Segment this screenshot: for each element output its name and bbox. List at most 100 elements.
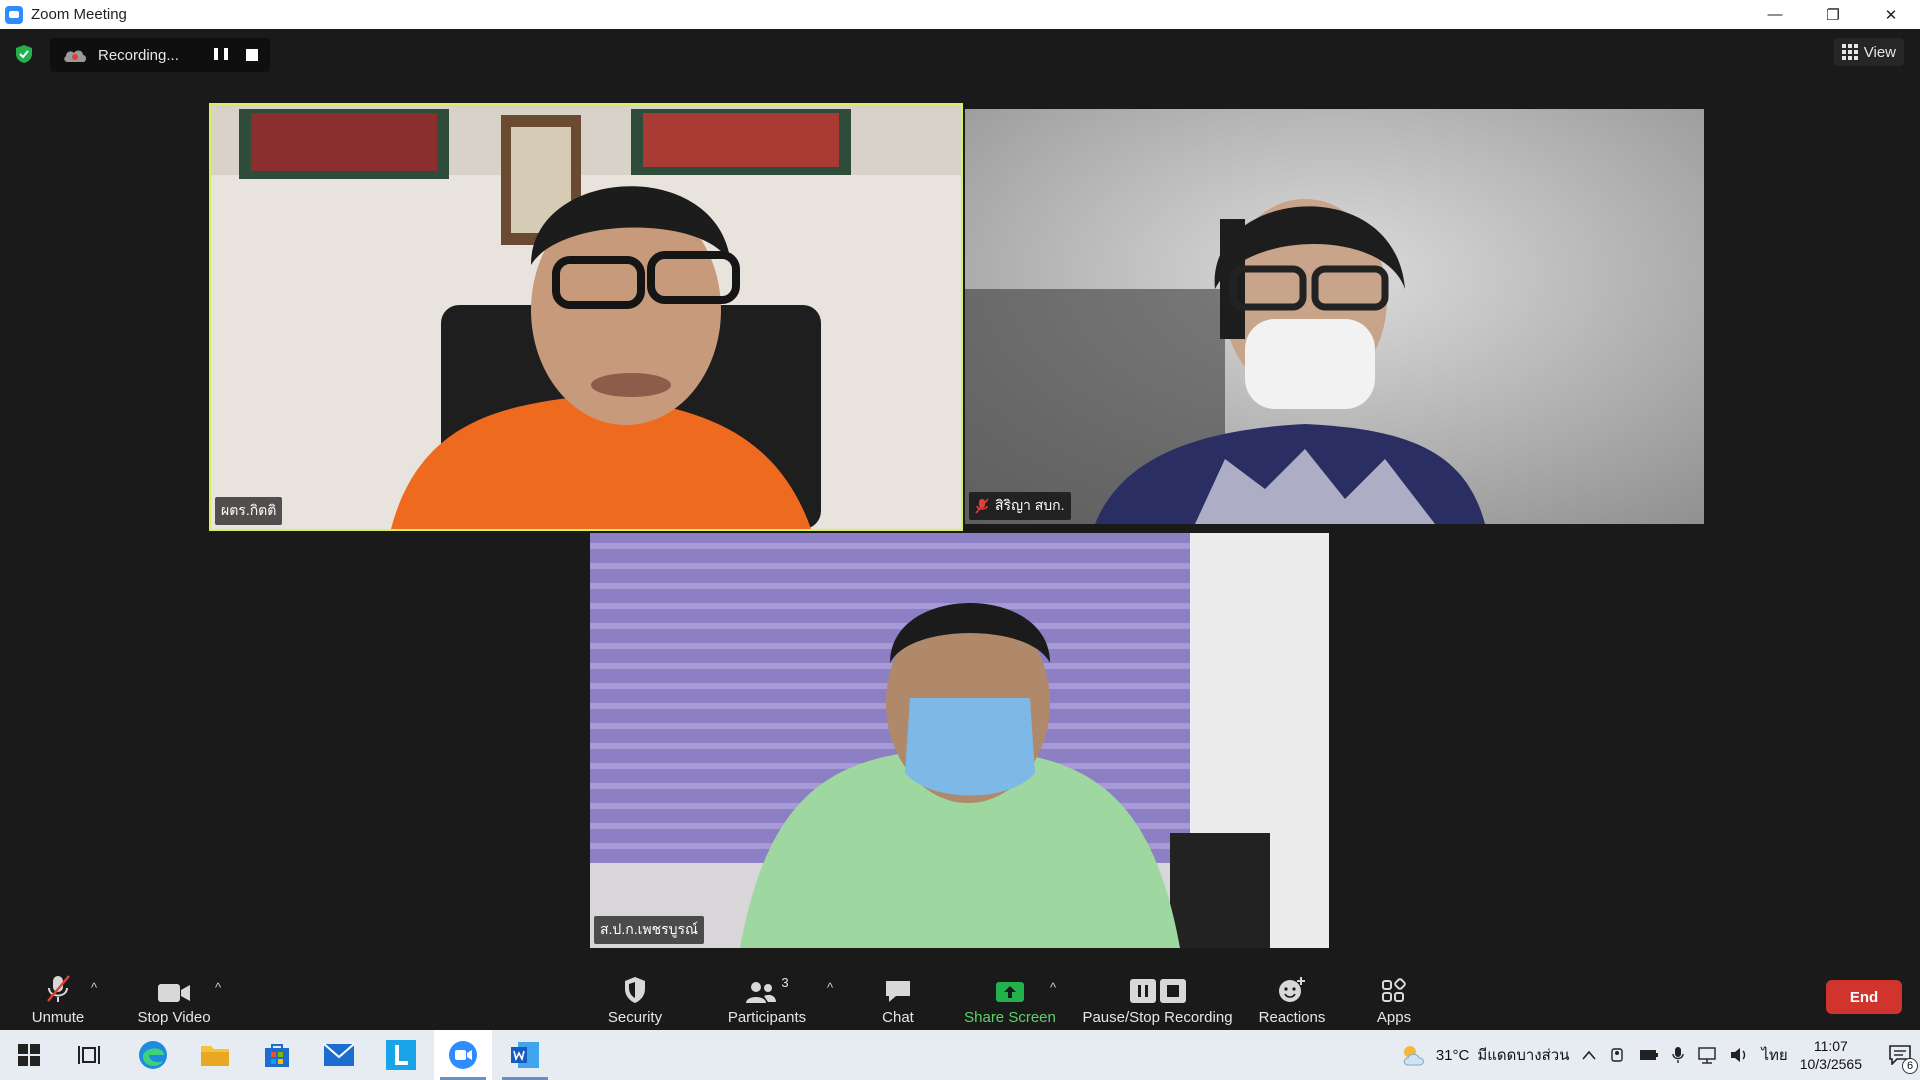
recording-indicator: Recording... [50,38,270,72]
battery-icon[interactable] [1639,1049,1659,1061]
participants-icon [746,982,777,1003]
weather-description: มีแดดบางส่วน [1477,1047,1570,1064]
window-titlebar: Zoom Meeting — ❐ ✕ [0,0,1920,29]
clock-time: 11:07 [1813,1038,1848,1054]
security-button[interactable]: Security [598,958,672,1030]
video-options-caret[interactable]: ^ [215,980,221,995]
video-tile-2[interactable]: สิริญา สบก. [965,109,1704,524]
participant-name: ส.ป.ก.เพชรบูรณ์ [600,921,699,937]
reactions-button[interactable]: Reactions [1252,958,1332,1030]
word-icon [511,1042,539,1068]
notification-center-button[interactable]: 6 [1880,1030,1920,1080]
word-taskbar-button[interactable] [496,1030,554,1080]
video-tile-3[interactable]: ส.ป.ก.เพชรบูรณ์ [590,533,1329,948]
cloud-record-icon [64,50,86,62]
share-screen-label: Share Screen [964,1009,1056,1026]
share-options-caret[interactable]: ^ [1050,980,1056,995]
view-button[interactable]: View [1833,38,1904,66]
meet-now-icon[interactable] [1609,1046,1627,1064]
reactions-label: Reactions [1258,1009,1326,1026]
restore-button[interactable]: ❐ [1804,0,1862,29]
chat-label: Chat [882,1009,914,1026]
participants-button[interactable]: 3 Participants [722,958,812,1030]
task-view-button[interactable] [60,1030,118,1080]
file-explorer-taskbar-button[interactable] [186,1030,244,1080]
reactions-icon [1279,977,1305,1002]
share-screen-button[interactable]: Share Screen [960,958,1060,1030]
store-icon [265,1044,289,1067]
shield-icon [625,977,645,1003]
microphone-icon[interactable] [1671,1046,1685,1064]
notification-count-badge: 6 [1902,1058,1918,1074]
meeting-toolbar: Unmute ^ Stop Video ^ Security 3 Partici… [0,958,1920,1030]
zoom-app: Zoom Meeting — ❐ ✕ Recording... View ผตร… [0,0,1920,1080]
l-app-icon [386,1040,416,1070]
security-label: Security [607,1009,663,1026]
video-tile-1[interactable]: ผตร.กิตติ [209,103,963,531]
weather-widget[interactable]: 31°C มีแดดบางส่วน [1400,1043,1570,1067]
pause-recording-button[interactable] [214,48,228,62]
participant-name: ผตร.กิตติ [221,502,277,518]
chat-icon [886,981,910,1002]
participant-video [965,109,1704,524]
chat-button[interactable]: Chat [870,958,926,1030]
participants-label: Participants [727,1009,807,1026]
windows-logo-icon [18,1044,40,1066]
weather-temperature: 31°C [1435,1046,1470,1064]
clock-date: 10/3/2565 [1799,1056,1862,1072]
l-app-taskbar-button[interactable] [372,1030,430,1080]
windows-taskbar: 31°C มีแดดบางส่วน ไทย 11:07 10/3/2565 6 [0,1030,1920,1080]
task-view-icon [78,1046,100,1064]
volume-icon[interactable] [1729,1046,1749,1064]
pause-stop-icon [1129,979,1186,1003]
close-button[interactable]: ✕ [1862,0,1920,29]
store-taskbar-button[interactable] [248,1030,306,1080]
participants-options-caret[interactable]: ^ [827,980,833,995]
folder-icon [201,1046,229,1066]
input-language[interactable]: ไทย [1761,1043,1787,1067]
participant-name-tag: ผตร.กิตติ [215,497,283,525]
apps-icon [1382,978,1406,1002]
network-icon[interactable] [1697,1046,1717,1064]
stop-recording-button[interactable] [246,49,258,61]
participant-name: สิริญา สบก. [995,497,1065,513]
edge-taskbar-button[interactable] [124,1030,182,1080]
participant-video [590,533,1329,948]
stop-video-label: Stop Video [137,1009,211,1026]
participants-count: 3 [781,975,789,990]
pause-stop-recording-button[interactable]: Pause/Stop Recording [1080,958,1235,1030]
partly-sunny-icon [1403,1046,1424,1066]
minimize-button[interactable]: — [1746,0,1804,29]
participant-name-tag: สิริญา สบก. [969,492,1071,520]
mail-taskbar-button[interactable] [310,1030,368,1080]
zoom-icon [449,1041,477,1069]
pause-stop-recording-label: Pause/Stop Recording [1082,1009,1233,1026]
show-hidden-icons-chevron-icon[interactable] [1581,1049,1597,1061]
windows-start-button[interactable] [0,1030,58,1080]
video-camera-icon [158,984,190,1002]
share-screen-icon [996,982,1024,1002]
unmute-label: Unmute [31,1009,85,1026]
muted-mic-icon [975,498,989,514]
system-tray: 31°C มีแดดบางส่วน ไทย 11:07 10/3/2565 6 [1400,1030,1920,1080]
zoom-taskbar-button[interactable] [434,1030,492,1080]
taskbar-clock[interactable]: 11:07 10/3/2565 [1800,1037,1862,1073]
apps-button[interactable]: Apps [1370,958,1418,1030]
view-label: View [1863,43,1896,61]
end-meeting-button[interactable]: End [1826,980,1902,1014]
grid-icon [1841,44,1858,60]
mail-icon [323,1043,355,1066]
audio-options-caret[interactable]: ^ [91,980,97,995]
stop-video-button[interactable]: Stop Video [134,958,214,1030]
unmute-button[interactable]: Unmute [22,958,94,1030]
zoom-icon [5,5,23,24]
apps-label: Apps [1376,1009,1412,1026]
window-title: Zoom Meeting [31,6,127,23]
recording-label: Recording... [98,46,179,64]
participant-name-tag: ส.ป.ก.เพชรบูรณ์ [594,916,705,944]
participant-video [211,105,961,529]
edge-browser-icon [139,1041,167,1069]
window-controls: — ❐ ✕ [1746,0,1920,29]
muted-mic-icon [47,975,70,1002]
shield-icon[interactable] [14,44,34,64]
